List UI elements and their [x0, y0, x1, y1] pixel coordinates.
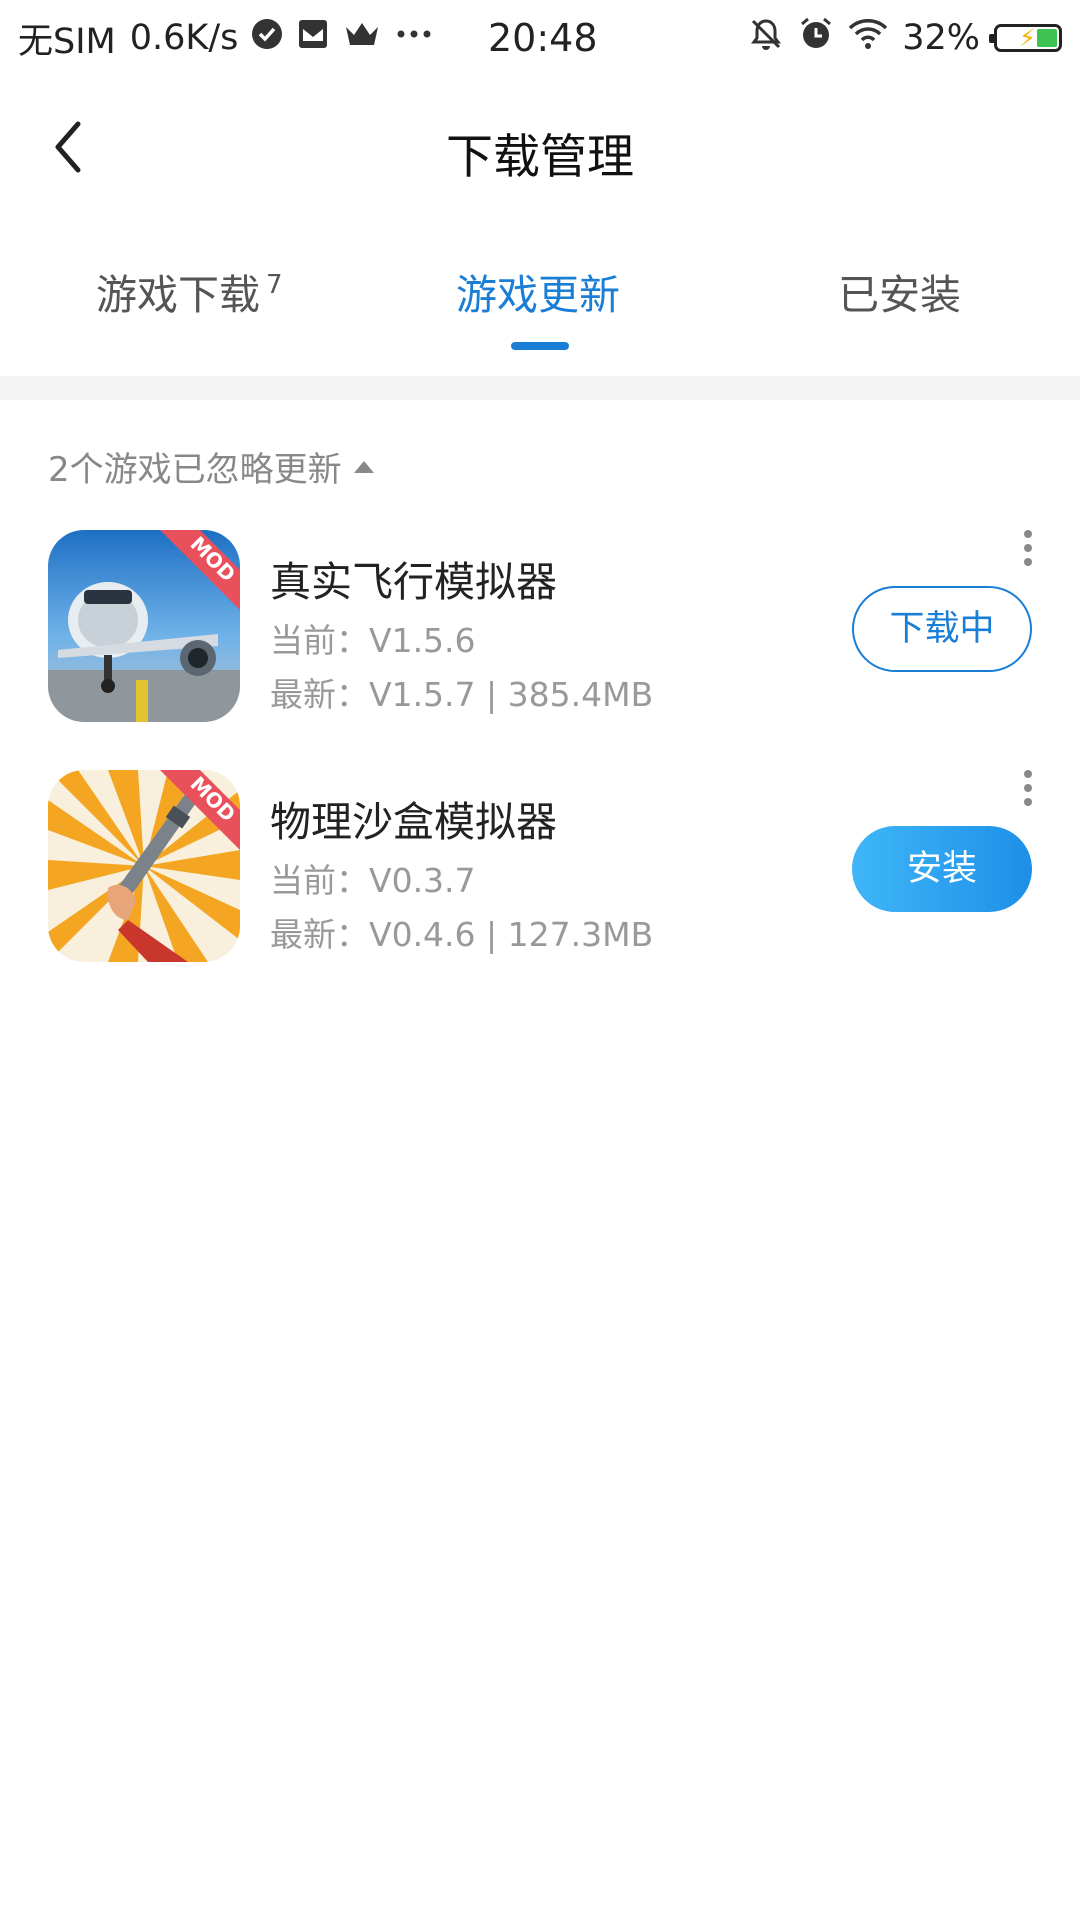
battery-percent: 32%: [902, 18, 980, 58]
list-item: MOD 真实飞行模拟器 当前：V1.5.6 最新：V1.5.7 | 385.4M…: [0, 530, 1080, 730]
mail-icon: [296, 17, 330, 60]
active-tab-indicator: [511, 342, 569, 350]
latest-version: 最新：V1.5.7 | 385.4MB: [270, 675, 654, 714]
current-version: 当前：V1.5.6: [270, 621, 476, 660]
caret-up-icon: [353, 460, 374, 473]
tab-game-downloads[interactable]: 游戏下载 7: [96, 260, 283, 330]
more-dots-icon: [394, 17, 434, 60]
downloading-button[interactable]: 下载中: [852, 586, 1032, 672]
check-circle-icon: [250, 17, 284, 60]
status-bar: 无SIM 0.6K/s 20:48 32% ⚡: [0, 0, 1080, 76]
list-item: MOD 物理沙盒模拟器 当前：V0.3.7 最新：V0.4.6 | 127.3M…: [0, 770, 1080, 970]
app-icon-physics-sandbox[interactable]: MOD: [48, 770, 240, 962]
carrier-label: 无SIM: [18, 21, 116, 62]
tab-installed[interactable]: 已安装: [838, 260, 961, 330]
game-title: 真实飞行模拟器: [270, 558, 557, 606]
battery-icon: ⚡: [989, 24, 1062, 52]
latest-version: 最新：V0.4.6 | 127.3MB: [270, 915, 654, 954]
header: 下载管理: [0, 90, 1080, 200]
more-options-button[interactable]: [1016, 530, 1040, 574]
section-divider: [0, 376, 1080, 400]
tab-bar: 游戏下载 7 游戏更新 已安装: [0, 248, 1080, 368]
tab-label: 游戏下载: [96, 271, 260, 319]
more-options-button[interactable]: [1016, 770, 1040, 814]
clock: 20:48: [488, 16, 598, 60]
net-speed: 0.6K/s: [129, 18, 239, 58]
app-icon-flight-simulator[interactable]: MOD: [48, 530, 240, 722]
ignored-updates-label: 2个游戏已忽略更新: [48, 450, 342, 490]
tab-count-badge: 7: [266, 270, 283, 300]
tab-game-updates[interactable]: 游戏更新: [456, 260, 620, 330]
current-version: 当前：V0.3.7: [270, 861, 476, 900]
status-bar-right: 32% ⚡: [734, 14, 1062, 62]
install-button[interactable]: 安装: [852, 826, 1032, 912]
ignored-updates-toggle[interactable]: 2个游戏已忽略更新: [48, 442, 374, 491]
wifi-icon: [848, 17, 888, 60]
status-bar-left: 无SIM 0.6K/s: [18, 14, 434, 62]
alarm-icon: [798, 16, 834, 61]
game-title: 物理沙盒模拟器: [270, 798, 557, 846]
crown-icon: [342, 17, 382, 60]
page-title: 下载管理: [446, 130, 634, 185]
bell-off-icon: [748, 16, 784, 61]
